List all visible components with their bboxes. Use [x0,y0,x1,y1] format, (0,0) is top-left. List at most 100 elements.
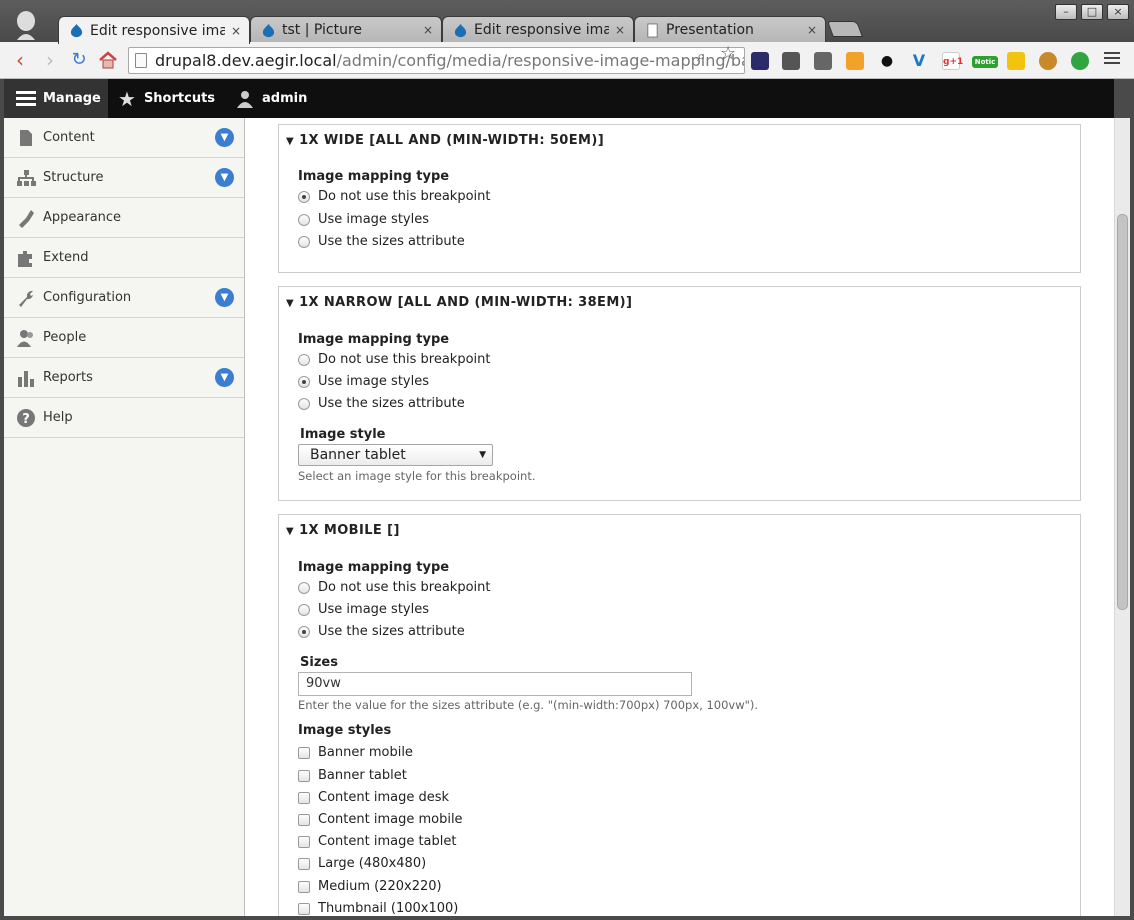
bridge-icon[interactable] [814,52,832,70]
radio-control[interactable] [298,235,310,248]
image-style-select[interactable]: Banner tablet ▼ [298,444,493,466]
reports-icon [18,371,34,387]
radio-do-not-use[interactable]: Do not use this breakpoint [298,580,490,595]
sizes-input[interactable]: 90vw [298,672,692,696]
radio-use-sizes[interactable]: Use the sizes attribute [298,624,465,639]
phone-icon[interactable] [1007,52,1025,70]
bookmark-star-icon[interactable]: ☆ [720,43,736,64]
checkbox-control[interactable] [298,902,310,915]
radio-use-image-styles[interactable]: Use image styles [298,374,429,389]
checkbox-control[interactable] [298,835,310,848]
eye-icon[interactable]: ● [878,52,896,70]
radio-control[interactable] [298,581,310,594]
breakpoint-summary[interactable]: ▼ 1X NARROW [ALL AND (MIN-WIDTH: 38EM)] [286,295,632,310]
radio-label: Do not use this breakpoint [318,352,491,367]
new-tab-button[interactable] [827,21,863,37]
sidebar-item-content[interactable]: Content ▼ [4,118,244,158]
sidebar-item-extend[interactable]: Extend [4,238,244,278]
chevron-down-icon[interactable]: ▼ [215,368,234,387]
main-content: ▼ 1X WIDE [ALL AND (MIN-WIDTH: 50EM)] Ima… [245,118,1114,916]
checkbox-control[interactable] [298,857,310,870]
balloon-icon[interactable] [1071,52,1089,70]
checkbox-large[interactable]: Large (480x480) [298,856,426,871]
radio-control[interactable] [298,625,310,638]
zoom-icon[interactable]: ⌕ [697,47,705,65]
toolbar-user[interactable]: admin [236,79,307,118]
radio-label: Use image styles [318,374,429,389]
notice-icon[interactable]: Notic [972,56,998,68]
page-info-icon[interactable] [135,53,147,68]
radio-use-sizes[interactable]: Use the sizes attribute [298,234,465,249]
forward-icon[interactable]: › [40,50,60,70]
radio-use-image-styles[interactable]: Use image styles [298,212,429,227]
vimeo-icon[interactable]: V [910,52,928,70]
fire-icon[interactable] [846,52,864,70]
back-icon[interactable]: ‹ [10,50,30,70]
breakpoint-summary[interactable]: ▼ 1X WIDE [ALL AND (MIN-WIDTH: 50EM)] [286,133,604,148]
tab-close-icon[interactable]: × [615,23,625,37]
tab-close-icon[interactable]: × [423,23,433,37]
checkbox-content-image-mobile[interactable]: Content image mobile [298,812,463,827]
checkbox-label: Thumbnail (100x100) [318,901,459,916]
checkbox-control[interactable] [298,791,310,804]
chevron-down-icon[interactable]: ▼ [215,168,234,187]
browser-profile-icon[interactable] [14,10,38,40]
sidebar-item-people[interactable]: People [4,318,244,358]
radio-control[interactable] [298,353,310,366]
checkbox-medium[interactable]: Medium (220x220) [298,879,442,894]
tab-close-icon[interactable]: × [231,24,241,38]
checkbox-banner-tablet[interactable]: Banner tablet [298,768,407,783]
puzzle-icon[interactable] [782,52,800,70]
reload-icon[interactable]: ↻ [69,50,89,70]
triangle-down-icon: ▼ [286,136,295,147]
page-scrollbar[interactable] [1114,118,1130,916]
tab-close-icon[interactable]: × [807,23,817,37]
scrollbar-thumb[interactable] [1117,214,1128,610]
chevron-down-icon[interactable]: ▼ [215,128,234,147]
checkbox-thumbnail[interactable]: Thumbnail (100x100) [298,901,458,916]
checkbox-control[interactable] [298,746,310,759]
gplus-icon[interactable]: g+1 [942,52,963,70]
sidebar-item-reports[interactable]: Reports ▼ [4,358,244,398]
sidebar-item-appearance[interactable]: Appearance [4,198,244,238]
radio-use-sizes[interactable]: Use the sizes attribute [298,396,465,411]
close-window-button[interactable]: × [1107,4,1129,20]
checkbox-banner-mobile[interactable]: Banner mobile [298,745,413,760]
radio-control[interactable] [298,397,310,410]
tab-edit-responsive-image[interactable]: Edit responsive image × [58,16,250,44]
sidebar-item-label: Reports [43,370,93,385]
radio-control[interactable] [298,190,310,203]
breakpoint-summary[interactable]: ▼ 1X MOBILE [] [286,523,400,538]
checkbox-label: Content image tablet [318,834,457,849]
speed-icon[interactable] [751,52,769,70]
tab-tst-picture[interactable]: tst | Picture × [250,16,442,43]
toolbar-shortcuts[interactable]: ★ Shortcuts [118,79,215,118]
sidebar-item-help[interactable]: ? Help [4,398,244,438]
radio-control[interactable] [298,213,310,226]
sidebar-item-configuration[interactable]: Configuration ▼ [4,278,244,318]
minimize-button[interactable]: – [1055,4,1077,20]
radio-do-not-use[interactable]: Do not use this breakpoint [298,189,490,204]
home-icon[interactable] [98,51,118,69]
toolbar-manage[interactable]: Manage [4,79,108,118]
sidebar-item-structure[interactable]: Structure ▼ [4,158,244,198]
maximize-button[interactable]: □ [1081,4,1103,20]
chrome-menu-icon[interactable] [1104,52,1120,67]
checkbox-control[interactable] [298,880,310,893]
radio-control[interactable] [298,375,310,388]
tab-presentation[interactable]: Presentation × [634,16,826,43]
address-bar[interactable]: drupal8.dev.aegir.local/admin/config/med… [128,47,745,74]
radio-do-not-use[interactable]: Do not use this breakpoint [298,352,490,367]
chevron-down-icon[interactable]: ▼ [215,288,234,307]
checkbox-content-image-desk[interactable]: Content image desk [298,790,449,805]
checkbox-content-image-tablet[interactable]: Content image tablet [298,834,456,849]
radio-use-image-styles[interactable]: Use image styles [298,602,429,617]
cookie-icon[interactable] [1039,52,1057,70]
dropdown-arrow-icon: ▼ [479,450,486,460]
checkbox-control[interactable] [298,813,310,826]
radio-control[interactable] [298,603,310,616]
page-favicon-icon [647,22,658,38]
sizes-description: Enter the value for the sizes attribute … [298,698,759,712]
tab-edit-responsive-image-2[interactable]: Edit responsive image × [442,16,634,43]
checkbox-control[interactable] [298,769,310,782]
